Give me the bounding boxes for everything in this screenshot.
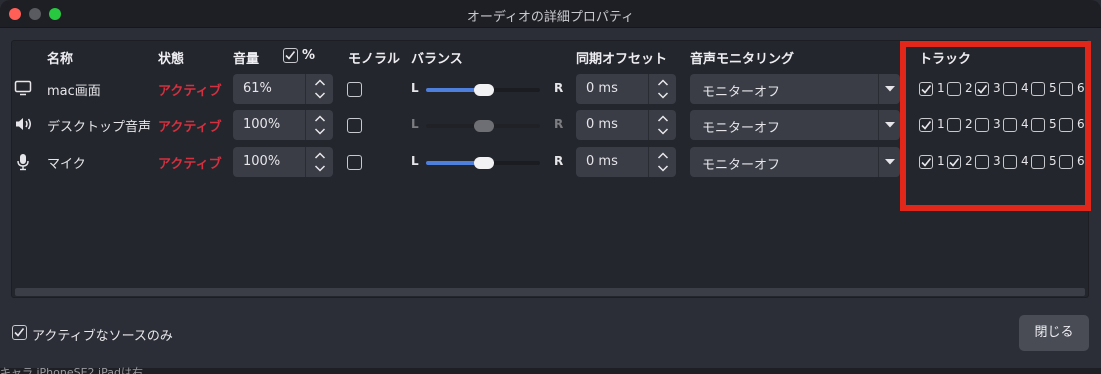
header-name: 名称 [47, 52, 74, 67]
background-window-strip [0, 368, 1101, 374]
header-volume: 音量 [233, 52, 260, 67]
offset-value: 0 ms [586, 81, 618, 96]
check-icon [14, 328, 25, 337]
dropdown-arrow[interactable] [878, 110, 900, 140]
background-text: キャラ iPhoneSE2 iPadは右 [0, 366, 143, 374]
balance-slider-handle[interactable] [474, 84, 494, 96]
sync-offset-spinbox[interactable]: 0 ms [576, 147, 676, 177]
header-mono: モノラル [348, 52, 401, 67]
up-down-arrows-icon [657, 152, 669, 172]
balance-right-label: R [554, 81, 564, 95]
offset-stepper[interactable] [648, 110, 676, 140]
title-bar: オーディオの詳細プロパティ [0, 0, 1101, 28]
balance-control: LR [0, 110, 600, 140]
chevron-down-icon [885, 86, 895, 92]
balance-slider-handle [474, 120, 494, 132]
balance-left-label: L [411, 81, 419, 95]
active-only-checkbox[interactable] [12, 325, 27, 340]
offset-value: 0 ms [586, 154, 618, 169]
monitoring-value: モニターオフ [702, 158, 781, 173]
check-icon [285, 51, 296, 60]
balance-right-label: R [554, 117, 564, 131]
balance-slider-handle[interactable] [474, 157, 494, 169]
balance-control: LR [0, 74, 600, 104]
monitoring-value: モニターオフ [702, 85, 781, 100]
header-monitoring: 音声モニタリング [690, 52, 795, 67]
balance-left-label: L [411, 154, 419, 168]
dropdown-arrow[interactable] [878, 147, 900, 177]
window-title: オーディオの詳細プロパティ [466, 10, 635, 25]
chevron-down-icon [885, 122, 895, 128]
up-down-arrows-icon [657, 79, 669, 99]
chevron-down-icon [885, 159, 895, 165]
header-status: 状態 [158, 52, 185, 67]
header-balance: バランス [411, 52, 463, 67]
sync-offset-spinbox[interactable]: 0 ms [576, 110, 676, 140]
balance-control: LR [0, 147, 600, 177]
dropdown-arrow[interactable] [878, 74, 900, 104]
offset-value: 0 ms [586, 117, 618, 132]
offset-stepper[interactable] [648, 147, 676, 177]
monitoring-value: モニターオフ [702, 121, 781, 136]
sync-offset-spinbox[interactable]: 0 ms [576, 74, 676, 104]
active-only-label: アクティブなソースのみ [32, 329, 173, 344]
balance-left-label: L [411, 117, 419, 131]
audio-properties-window: オーディオの詳細プロパティ 名称 状態 音量 % モノラル バランス 同期オフセ… [0, 0, 1101, 368]
close-button[interactable]: 閉じる [1019, 315, 1089, 351]
monitoring-dropdown[interactable]: モニターオフ [690, 74, 900, 104]
tracks-highlight-box [900, 41, 1091, 211]
up-down-arrows-icon [657, 115, 669, 135]
monitoring-dropdown[interactable]: モニターオフ [690, 110, 900, 140]
header-percent: % [302, 48, 316, 63]
offset-stepper[interactable] [648, 74, 676, 104]
monitoring-dropdown[interactable]: モニターオフ [690, 147, 900, 177]
percent-checkbox[interactable] [283, 48, 298, 63]
balance-right-label: R [554, 154, 564, 168]
header-sync-offset: 同期オフセット [576, 52, 668, 67]
horizontal-scrollbar[interactable] [15, 288, 1085, 296]
